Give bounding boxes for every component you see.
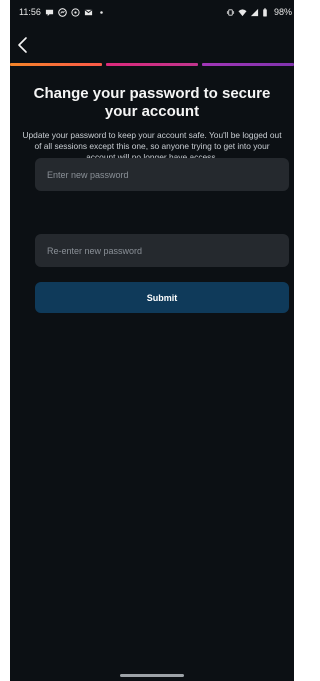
chat-bubble-icon: [45, 8, 54, 17]
back-button[interactable]: [15, 34, 33, 56]
status-time: 11:56: [19, 7, 41, 17]
chevron-left-icon: [18, 37, 27, 53]
submit-button[interactable]: Submit: [35, 282, 289, 313]
signal-icon: [250, 8, 259, 17]
dot-icon: [97, 8, 106, 17]
vibrate-icon: [226, 8, 235, 17]
page-title: Change your password to secure your acco…: [33, 85, 271, 120]
messenger-icon: [58, 7, 67, 17]
progress-segment-3: [202, 63, 294, 66]
screen: 11:56 98% Change your password to secure…: [10, 0, 294, 681]
wifi-icon: [238, 8, 247, 17]
progress-segment-1: [10, 63, 102, 66]
whatsapp-icon: [71, 7, 80, 17]
battery-icon: [262, 7, 271, 17]
status-right: 98%: [226, 7, 292, 17]
gmail-icon: [84, 8, 93, 17]
battery-percent: 98%: [273, 7, 292, 17]
reenter-password-input[interactable]: [35, 234, 289, 267]
home-indicator: [120, 674, 184, 677]
status-bar: 11:56 98%: [10, 0, 294, 26]
status-left: 11:56: [19, 7, 106, 17]
new-password-input[interactable]: [35, 158, 289, 191]
progress-segment-2: [106, 63, 198, 66]
step-progress-bar: [10, 63, 294, 66]
